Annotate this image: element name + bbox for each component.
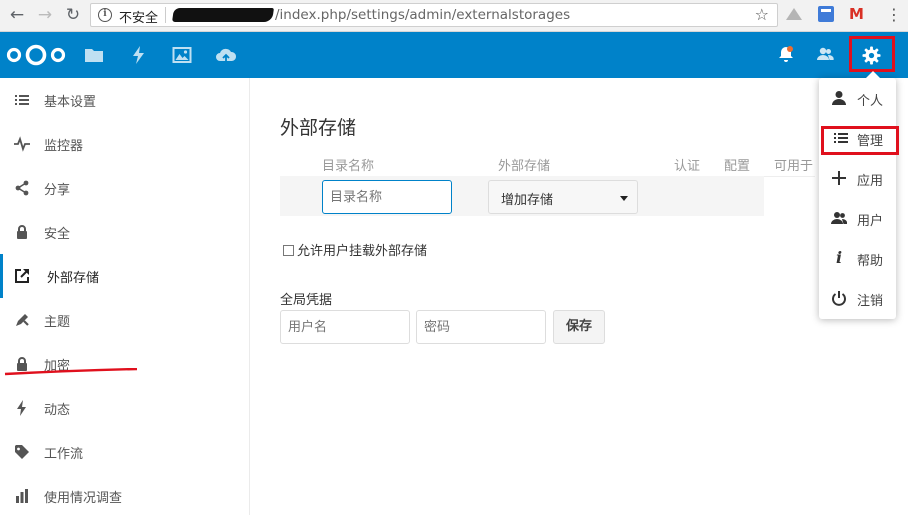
- sidebar-item-label: 主题: [44, 315, 71, 330]
- annotation-underline: [4, 368, 138, 376]
- menu-item-label: 用户: [857, 214, 884, 229]
- sidebar-item-basic-settings[interactable]: 基本设置: [0, 78, 249, 122]
- brush-icon: [16, 314, 29, 326]
- gmail-extension-icon[interactable]: M: [849, 6, 865, 22]
- menu-item-help[interactable]: i 帮助: [819, 238, 896, 278]
- settings-highlight-box: [849, 36, 895, 72]
- allow-user-mounting-checkbox[interactable]: [283, 245, 294, 256]
- sidebar-item-label: 安全: [44, 227, 71, 242]
- contacts-icon[interactable]: [816, 45, 834, 63]
- settings-dropdown-menu: 个人 管理 应用 用户 i 帮助 注销: [819, 71, 896, 319]
- users-icon: [831, 212, 847, 224]
- user-icon: [832, 91, 846, 105]
- chevron-down-icon: [620, 196, 628, 201]
- forward-icon[interactable]: →: [34, 4, 56, 26]
- sidebar-item-label: 工作流: [44, 447, 84, 462]
- column-header-config: 配置: [724, 159, 751, 174]
- page-title: 外部存储: [280, 117, 357, 139]
- share-icon: [15, 180, 29, 196]
- drive-extension-icon[interactable]: [786, 6, 802, 22]
- allow-user-mounting-label: 允许用户挂载外部存储: [297, 244, 428, 259]
- menu-item-personal[interactable]: 个人: [819, 78, 896, 118]
- lock-icon: [17, 225, 27, 239]
- security-label[interactable]: 不安全: [119, 7, 158, 26]
- menu-item-users[interactable]: 用户: [819, 198, 896, 238]
- bookmark-star-icon[interactable]: ☆: [755, 5, 769, 24]
- files-icon[interactable]: [84, 45, 104, 65]
- bar-chart-icon: [16, 489, 28, 503]
- menu-item-label: 注销: [857, 294, 884, 309]
- sidebar-item-label: 监控器: [44, 139, 84, 154]
- allow-user-mounting-option[interactable]: 允许用户挂载外部存储: [283, 240, 427, 259]
- global-credentials-label: 全局凭据: [280, 293, 333, 308]
- menu-item-label: 帮助: [857, 254, 884, 269]
- address-bar[interactable]: i 不安全 /index.php/settings/admin/external…: [90, 3, 778, 27]
- menu-item-logout[interactable]: 注销: [819, 278, 896, 318]
- pulse-icon: [14, 136, 30, 152]
- folder-name-input[interactable]: [322, 180, 452, 214]
- add-storage-value: 增加存储: [501, 193, 554, 208]
- plus-icon: [832, 171, 846, 185]
- sidebar-item-label: 使用情况调查: [44, 491, 123, 506]
- divider: [165, 7, 166, 23]
- sidebar-item-external-storage[interactable]: 外部存储: [0, 254, 249, 298]
- column-header-storage: 外部存储: [498, 159, 551, 174]
- list-icon: [15, 95, 29, 105]
- sidebar-item-theming[interactable]: 主题: [0, 298, 249, 342]
- app-header: [0, 32, 908, 78]
- admin-highlight-box: [821, 126, 899, 155]
- activity-icon[interactable]: [129, 45, 149, 65]
- lightning-icon: [17, 400, 26, 416]
- info-icon[interactable]: i: [98, 8, 112, 22]
- sidebar-item-monitoring[interactable]: 监控器: [0, 122, 249, 166]
- redacted-host: [172, 8, 274, 22]
- calendar-extension-icon[interactable]: [818, 6, 834, 22]
- username-input[interactable]: [280, 310, 410, 344]
- sidebar-item-label: 分享: [44, 183, 71, 198]
- admin-sidebar: 基本设置 监控器 分享 安全 外部存储 主题 加密 动态 工作流 使用情况调查: [0, 78, 250, 515]
- add-storage-select[interactable]: 增加存储: [488, 180, 638, 214]
- cloud-upload-icon[interactable]: [215, 45, 237, 65]
- notifications-icon[interactable]: [778, 45, 794, 63]
- sidebar-item-label: 基本设置: [44, 95, 97, 110]
- sidebar-item-sharing[interactable]: 分享: [0, 166, 249, 210]
- url-text[interactable]: /index.php/settings/admin/externalstorag…: [275, 7, 570, 23]
- password-input[interactable]: [416, 310, 546, 344]
- external-link-icon: [15, 269, 29, 283]
- reload-icon[interactable]: ↻: [62, 4, 84, 26]
- browser-toolbar: ← → ↻ i 不安全 /index.php/settings/admin/ex…: [0, 0, 908, 32]
- sidebar-item-workflow[interactable]: 工作流: [0, 430, 249, 474]
- menu-item-label: 应用: [857, 174, 884, 189]
- main-content: 外部存储 目录名称 外部存储 认证 配置 可用于 增加存储 允许用户挂载外部存储…: [251, 78, 908, 515]
- column-header-available-for: 可用于: [774, 159, 814, 174]
- power-icon: [832, 291, 846, 306]
- menu-item-label: 个人: [857, 94, 884, 109]
- save-button[interactable]: 保存: [553, 310, 605, 344]
- column-header-folder: 目录名称: [322, 159, 375, 174]
- tag-icon: [15, 445, 29, 459]
- sidebar-item-activity[interactable]: 动态: [0, 386, 249, 430]
- sidebar-item-usage-survey[interactable]: 使用情况调查: [0, 474, 249, 518]
- sidebar-item-label: 动态: [44, 403, 71, 418]
- menu-item-apps[interactable]: 应用: [819, 158, 896, 198]
- browser-menu-icon[interactable]: ⋮: [886, 5, 902, 24]
- back-icon[interactable]: ←: [6, 4, 28, 26]
- column-header-auth: 认证: [674, 159, 701, 174]
- sidebar-item-security[interactable]: 安全: [0, 210, 249, 254]
- gallery-icon[interactable]: [172, 45, 192, 65]
- sidebar-item-encryption[interactable]: 加密: [0, 342, 249, 386]
- nextcloud-logo[interactable]: [5, 43, 67, 67]
- sidebar-item-label: 外部存储: [47, 271, 100, 286]
- info-icon: i: [835, 248, 843, 267]
